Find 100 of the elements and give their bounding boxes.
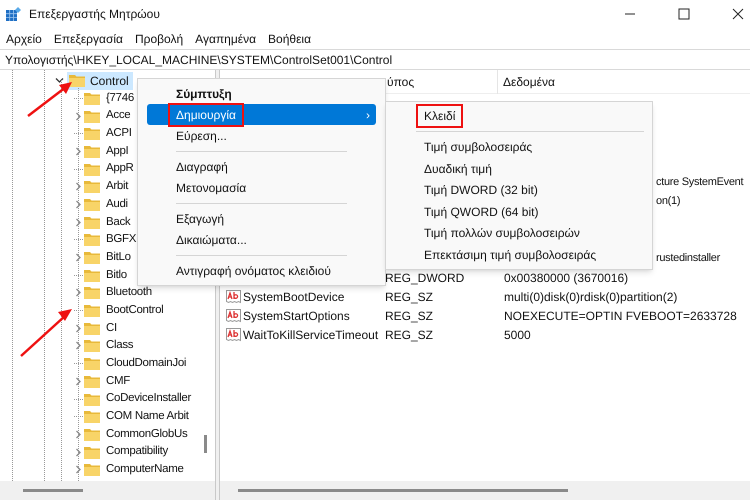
folder-icon (84, 144, 100, 158)
expand-chevron-icon[interactable] (74, 288, 83, 298)
name-cell-text: SystemBootDevice (243, 288, 344, 306)
menu-item[interactable]: Διαγραφή (147, 156, 376, 177)
menu-item[interactable]: Δημιουργία › (147, 104, 376, 125)
folder-icon (84, 180, 100, 194)
tree-item[interactable]: Compatibility (84, 443, 168, 461)
tree-item[interactable]: Acce (84, 107, 130, 125)
tree-item[interactable]: AppI (84, 142, 128, 160)
expand-chevron-icon[interactable] (74, 376, 83, 386)
address-bar[interactable]: Υπολογιστής\HKEY_LOCAL_MACHINE\SYSTEM\ControlSet001\Control (0, 49, 750, 70)
string-value-icon (226, 290, 241, 304)
tree-item[interactable]: BGFX (84, 231, 136, 248)
folder-icon (84, 339, 100, 352)
scrollbar-thumb[interactable] (23, 489, 83, 492)
menu-item[interactable]: Επεκτάσιμη τιμή συμβολοσειράς (386, 244, 652, 266)
expand-chevron-icon[interactable] (74, 218, 83, 227)
folder-icon (84, 463, 100, 476)
menu-item[interactable]: Επεξεργασία (48, 30, 129, 48)
menu-item[interactable]: Τιμή πολλών συμβολοσειρών (386, 222, 652, 244)
maximize-icon[interactable] (678, 8, 690, 20)
tree-item[interactable]: CoDeviceInstaller (84, 390, 192, 408)
data-cell-text: on(1) (656, 194, 680, 210)
tree-item[interactable]: BootControl (84, 302, 164, 320)
tree-item[interactable]: ACPI (84, 125, 132, 142)
name-cell-text: SystemStartOptions (243, 308, 350, 324)
tree-item[interactable]: Control (67, 72, 133, 90)
folder-icon (84, 162, 100, 176)
data-cell-text: rustedinstaller (656, 251, 720, 266)
menu-item[interactable]: Τιμή DWORD (32 bit) (386, 180, 652, 201)
menu-item[interactable]: Εξαγωγή (147, 208, 376, 229)
tree-item[interactable]: Arbit (84, 178, 128, 196)
tree-item[interactable]: Bitlo (84, 266, 127, 284)
tree-item[interactable]: Bluetooth (84, 284, 152, 302)
tree-item[interactable]: CI (84, 320, 117, 337)
column-header[interactable]: ύπος (387, 72, 414, 90)
folder-icon (84, 374, 100, 388)
folder-icon (84, 446, 100, 459)
menu-item[interactable]: Σύμπτυξη (147, 83, 376, 104)
tree-item[interactable]: Audi (84, 196, 128, 214)
folder-icon (84, 428, 100, 441)
expand-chevron-icon[interactable] (74, 253, 83, 262)
folder-icon (84, 268, 100, 282)
tree-item[interactable]: COM Name Arbit (84, 408, 189, 426)
data-cell-text: cture SystemEvent (656, 175, 744, 190)
data-cell-text: 0x00380000 (3670016) (504, 270, 628, 286)
collapse-chevron-icon[interactable] (55, 76, 64, 86)
expand-chevron-icon[interactable] (74, 200, 83, 209)
menu-item[interactable]: Βοήθεια (262, 30, 318, 48)
registry-editor-icon (6, 6, 21, 22)
folder-icon (84, 233, 100, 246)
expand-chevron-icon[interactable] (74, 341, 83, 350)
type-cell-text: REG_SZ (385, 326, 434, 344)
folder-icon (84, 410, 100, 424)
menu-item[interactable]: Δικαιώματα... (147, 229, 376, 250)
menu-item[interactable]: Μετονομασία (147, 177, 376, 198)
tree-item[interactable]: CloudDomainJoi (84, 355, 186, 372)
menu-item[interactable]: Δυαδική τιμή (386, 158, 652, 180)
folder-icon (84, 216, 100, 229)
tree-item[interactable]: ComputerName (84, 461, 184, 478)
type-cell-text: REG_SZ (385, 308, 434, 324)
tree-item[interactable]: {7746 (84, 90, 134, 107)
menu-item[interactable]: Προβολή (128, 30, 190, 48)
expand-chevron-icon[interactable] (74, 465, 83, 474)
close-icon[interactable] (732, 8, 744, 20)
folder-icon (69, 74, 85, 88)
type-cell-text: REG_SZ (385, 288, 434, 306)
menu-item[interactable]: Αρχείο (0, 30, 48, 48)
tree-item[interactable]: BitLo (84, 248, 131, 266)
folder-icon (84, 392, 100, 406)
menu-item[interactable]: Εύρεση... (147, 125, 376, 146)
tree-item[interactable]: Back (84, 214, 130, 231)
expand-chevron-icon[interactable] (74, 430, 83, 439)
tree-item[interactable]: Class (84, 337, 134, 355)
expand-chevron-icon[interactable] (74, 182, 83, 192)
menu-item[interactable]: Τιμή QWORD (64 bit) (386, 201, 652, 222)
submenu-arrow: › (366, 106, 370, 124)
expand-chevron-icon[interactable] (74, 324, 83, 333)
menu-item[interactable]: Τιμή συμβολοσειράς (386, 136, 652, 158)
expand-chevron-icon[interactable] (74, 146, 83, 156)
window-title: Επεξεργαστής Μητρώου (29, 6, 160, 23)
folder-icon (84, 286, 100, 300)
scrollbar-thumb[interactable] (204, 435, 207, 453)
type-cell-text: REG_DWORD (385, 270, 464, 286)
expand-chevron-icon[interactable] (74, 448, 83, 457)
folder-icon (84, 304, 100, 318)
annotation-arrow (19, 306, 74, 358)
data-cell-text: multi(0)disk(0)rdisk(0)partition(2) (504, 288, 678, 306)
expand-chevron-icon[interactable] (74, 112, 83, 121)
folder-icon (84, 127, 100, 140)
folder-icon (84, 110, 100, 123)
tree-item[interactable]: AppR (84, 160, 134, 178)
column-header[interactable]: Δεδομένα (503, 72, 555, 90)
menu-item[interactable]: Αγαπημένα (189, 30, 262, 48)
tree-item[interactable]: CommonGlobUs (84, 426, 188, 444)
scrollbar-thumb[interactable] (238, 489, 568, 492)
folder-icon (84, 251, 100, 264)
tree-item[interactable]: CMF (84, 372, 130, 390)
menu-item[interactable]: Αντιγραφή ονόματος κλειδιού (147, 260, 376, 281)
menu-item[interactable]: Κλειδί (386, 105, 652, 126)
